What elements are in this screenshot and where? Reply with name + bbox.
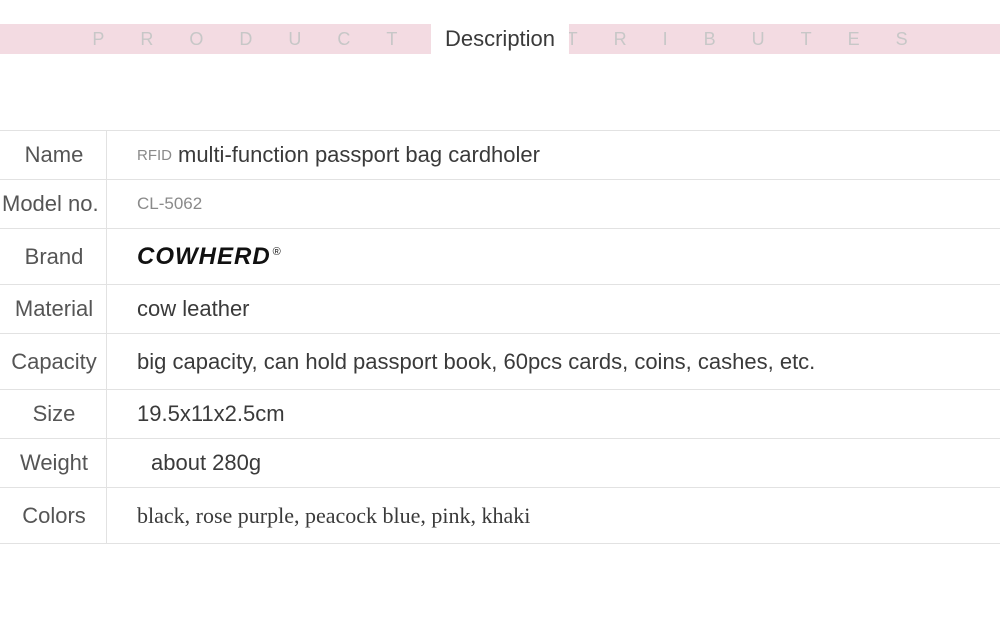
rfid-prefix: RFID <box>137 147 172 164</box>
row-name: Name RFID multi-function passport bag ca… <box>0 131 1000 180</box>
value-name: RFID multi-function passport bag cardhol… <box>107 134 1000 176</box>
value-capacity: big capacity, can hold passport book, 60… <box>107 341 1000 383</box>
row-model: Model no. CL-5062 <box>0 180 1000 229</box>
label-size: Size <box>0 390 107 438</box>
value-weight: about 280g <box>107 442 1000 484</box>
row-brand: Brand COWHERD® <box>0 229 1000 285</box>
label-model: Model no. <box>0 180 107 228</box>
value-brand: COWHERD® <box>107 235 1000 279</box>
label-brand: Brand <box>0 229 107 284</box>
name-text: multi-function passport bag cardholer <box>178 142 540 168</box>
attributes-table: Name RFID multi-function passport bag ca… <box>0 130 1000 544</box>
value-material: cow leather <box>107 288 1000 330</box>
registered-icon: ® <box>273 246 282 258</box>
label-material: Material <box>0 285 107 333</box>
banner: PRODUCT ATTRIBUTES Description <box>0 24 1000 54</box>
value-size: 19.5x11x2.5cm <box>107 393 1000 435</box>
row-size: Size 19.5x11x2.5cm <box>0 390 1000 439</box>
label-name: Name <box>0 131 107 179</box>
brand-logo: COWHERD® <box>137 243 282 271</box>
row-weight: Weight about 280g <box>0 439 1000 488</box>
row-colors: Colors black, rose purple, peacock blue,… <box>0 488 1000 544</box>
brand-text: COWHERD <box>137 243 271 270</box>
label-capacity: Capacity <box>0 334 107 389</box>
value-colors: black, rose purple, peacock blue, pink, … <box>107 495 1000 537</box>
label-weight: Weight <box>0 439 107 487</box>
banner-center-label: Description <box>431 24 569 54</box>
model-text: CL-5062 <box>137 194 202 214</box>
value-model: CL-5062 <box>107 186 1000 222</box>
row-capacity: Capacity big capacity, can hold passport… <box>0 334 1000 390</box>
label-colors: Colors <box>0 488 107 543</box>
row-material: Material cow leather <box>0 285 1000 334</box>
